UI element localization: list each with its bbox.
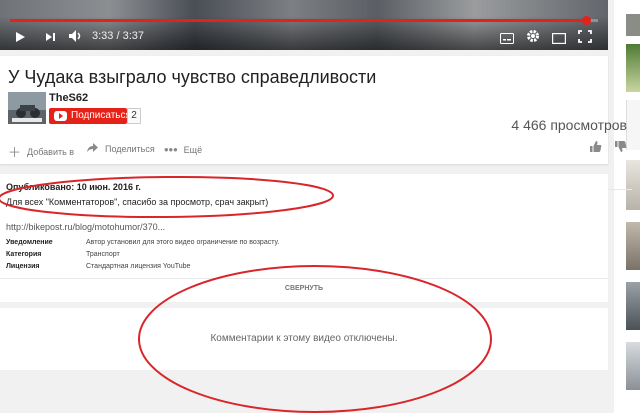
fullscreen-icon[interactable]: [578, 30, 592, 48]
subscriber-count: 2: [127, 108, 141, 124]
metadata-row: Лицензия Стандартная лицензия YouTube: [6, 260, 279, 272]
subscribe-button[interactable]: Подписаться: [49, 108, 131, 124]
settings-icon[interactable]: [526, 29, 540, 48]
metadata-value[interactable]: Транспорт: [86, 251, 120, 258]
related-videos-column: [614, 0, 640, 413]
subscribe-label: Подписаться: [71, 110, 131, 121]
related-thumbnail[interactable]: [626, 160, 640, 210]
add-to-label: Добавить в: [27, 146, 75, 157]
description-link[interactable]: http://bikepost.ru/blog/motohumor/370...: [6, 222, 165, 232]
next-icon[interactable]: [44, 30, 56, 48]
more-button[interactable]: ••• Ещё: [164, 142, 202, 157]
metadata-key: Лицензия: [6, 262, 40, 270]
share-icon: [86, 142, 99, 155]
related-thumbnail[interactable]: [626, 14, 640, 36]
time-display: 3:33 / 3:37: [92, 30, 144, 42]
related-thumbnail[interactable]: [626, 342, 640, 390]
description-text: Для всех "Комментаторов", спасибо за про…: [6, 197, 269, 207]
description-card: Опубликовано: 10 июн. 2016 г. Для всех "…: [0, 174, 608, 302]
description-divider: [0, 278, 608, 279]
share-label: Поделиться: [105, 143, 155, 154]
publish-date: Опубликовано: 10 июн. 2016 г.: [6, 182, 141, 192]
video-title: У Чудака взыграло чувство справедливости: [8, 67, 377, 87]
progress-fill: [10, 19, 587, 22]
metadata-key: Категория: [6, 250, 42, 258]
metadata-row: Уведомление Автор установил для этого ви…: [6, 236, 279, 248]
video-player[interactable]: 3:33 / 3:37: [0, 0, 608, 50]
progress-bar[interactable]: [10, 16, 598, 25]
metadata-value: Автор установил для этого видео ограниче…: [86, 238, 280, 246]
related-thumbnail[interactable]: [626, 282, 640, 330]
play-icon[interactable]: [14, 30, 26, 48]
youtube-play-icon: [54, 111, 67, 121]
metadata-key: Уведомление: [6, 238, 53, 246]
related-thumbnail[interactable]: [626, 44, 640, 92]
metadata-value: Стандартная лицензия YouTube: [86, 262, 191, 270]
like-icon[interactable]: [589, 140, 602, 158]
add-icon: ＋: [8, 145, 22, 160]
add-to-button[interactable]: ＋ Добавить в: [8, 142, 74, 161]
volume-icon[interactable]: [68, 29, 84, 48]
miniplayer-icon[interactable]: [551, 31, 567, 49]
view-count: 4 466 просмотров: [511, 117, 627, 133]
share-button[interactable]: Поделиться: [86, 142, 155, 155]
rating-controls: [589, 140, 627, 158]
more-label: Ещё: [183, 144, 203, 155]
collapse-button[interactable]: СВЕРНУТЬ: [0, 285, 608, 292]
subtitles-icon[interactable]: [500, 31, 514, 49]
comments-card: Комментарии к этому видео отключены.: [0, 308, 608, 370]
related-thumbnail[interactable]: [626, 222, 640, 270]
more-icon: •••: [164, 142, 178, 157]
comments-disabled-message: Комментарии к этому видео отключены.: [210, 333, 398, 344]
metadata-row: Категория Транспорт: [6, 248, 279, 260]
metadata-list: Уведомление Автор установил для этого ви…: [6, 236, 279, 272]
channel-avatar[interactable]: [8, 92, 46, 124]
dislike-icon[interactable]: [614, 140, 627, 158]
related-thumbnail[interactable]: [626, 100, 640, 150]
channel-name[interactable]: TheS62: [49, 92, 88, 104]
